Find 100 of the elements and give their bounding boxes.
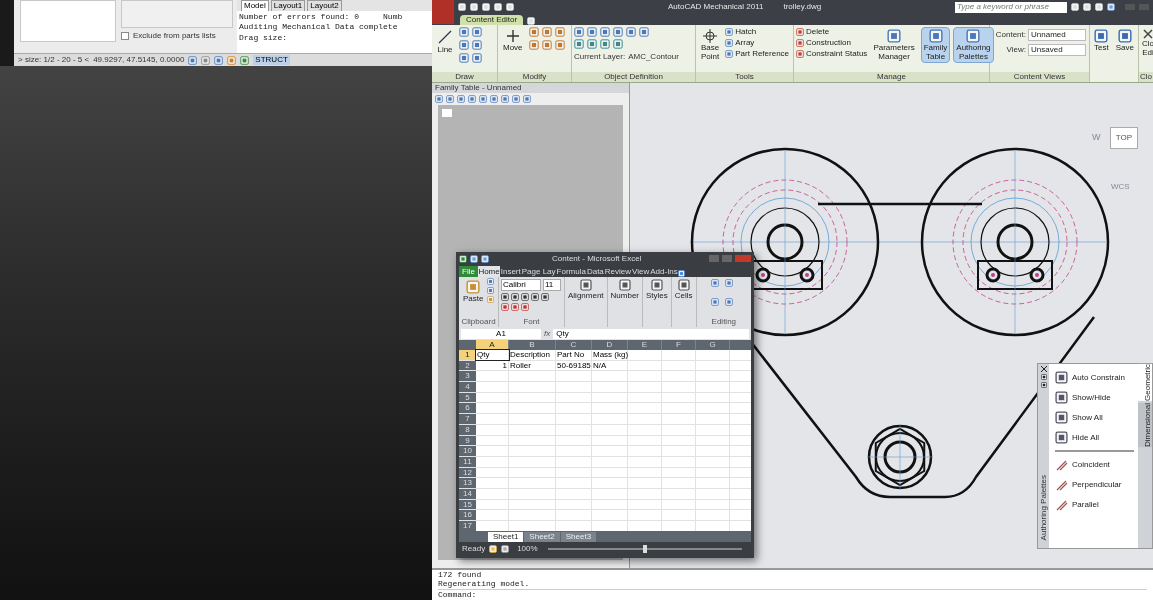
table-cell[interactable] (442, 109, 452, 117)
crosshair-icon (703, 29, 718, 43)
column-header[interactable]: E (628, 340, 662, 350)
palette-tab[interactable]: Geometric (1138, 364, 1152, 401)
layout-tab[interactable]: Layout2 (307, 0, 342, 11)
ribbon-tab[interactable]: Formula (556, 266, 587, 277)
formula-bar[interactable]: Qty (553, 328, 749, 339)
sheet-tab[interactable]: Sheet2 (524, 532, 560, 542)
window-title: Content - Microsoft Excel (552, 252, 642, 265)
file-name: trolley.dwg (783, 1, 822, 13)
manage-button[interactable]: Delete (796, 27, 868, 37)
column-header[interactable]: G (696, 340, 730, 350)
struct-toggle[interactable]: STRUCT (253, 55, 290, 65)
manage-tool-button[interactable]: Authoring Palettes (953, 27, 994, 63)
row-header[interactable]: 8 (459, 424, 476, 435)
screen-bezel (0, 0, 14, 66)
row-header[interactable]: 12 (459, 467, 476, 478)
row-header[interactable]: 3 (459, 371, 476, 382)
table-cell: Description (509, 350, 556, 360)
zoom-slider-thumb[interactable] (642, 544, 647, 553)
palette-title: Authoring Palettes (1037, 474, 1049, 540)
row-header[interactable]: 4 (459, 382, 476, 392)
row-header[interactable]: 11 (459, 456, 476, 467)
command-history-line: Number of errors found: 0 Numb (239, 12, 404, 22)
ribbon-tab[interactable]: Add-Ins (649, 266, 679, 277)
row-header[interactable]: 2 (459, 360, 476, 371)
ribbon-group-button[interactable]: Alignment (565, 277, 607, 302)
close-editor-button[interactable]: Clo Edi (1138, 27, 1153, 59)
palette-tool[interactable]: Perpendicular (1055, 477, 1138, 492)
ribbon-tab[interactable]: Data (586, 266, 605, 277)
ribbon-group-button[interactable]: Styles (643, 277, 671, 302)
row-header[interactable]: 1 (459, 350, 476, 360)
table-cell: N/A (592, 360, 628, 371)
tool-button[interactable]: Hatch (725, 27, 790, 37)
close-icon (1142, 29, 1153, 39)
column-header[interactable]: A (476, 340, 509, 350)
zoom-level: 100% (517, 542, 538, 555)
ribbon-tab[interactable]: Page Lay (521, 266, 557, 277)
palette-tool[interactable]: Coincident (1055, 457, 1138, 472)
line-tool-button[interactable]: Line (434, 27, 456, 56)
base-point-button[interactable]: Base Point (698, 27, 723, 63)
palette-tool[interactable]: Show All (1055, 410, 1138, 425)
manage-tool-button[interactable]: Parameters Manager (870, 27, 918, 63)
tool-button[interactable]: Array (725, 38, 790, 48)
move-tool-button[interactable]: Move (500, 27, 526, 54)
checkbox[interactable] (121, 32, 129, 40)
content-field[interactable]: Unsaved (1028, 44, 1086, 56)
palette-tab[interactable]: Dimensional (1138, 402, 1152, 447)
ribbon-tab[interactable]: Review (604, 266, 632, 277)
column-header[interactable]: D (592, 340, 628, 350)
file-tool-button[interactable]: Save (1112, 27, 1137, 54)
row-header[interactable]: 10 (459, 446, 476, 456)
palette-tool[interactable]: Auto Constrain (1055, 370, 1138, 385)
manage-button[interactable]: Constraint Status (796, 49, 868, 59)
column-header[interactable]: F (662, 340, 696, 350)
layout-tab[interactable]: Model (241, 0, 269, 11)
content-field[interactable]: Unnamed (1028, 29, 1086, 41)
viewcube-face[interactable]: TOP (1110, 127, 1138, 149)
command-prompt: Command: (438, 589, 1147, 599)
font-size-field[interactable]: 11 (543, 279, 561, 291)
row-header[interactable]: 6 (459, 403, 476, 414)
command-history-line: Auditing Mechanical Data complete (239, 22, 399, 32)
row-header[interactable]: 14 (459, 488, 476, 499)
close-icon[interactable] (1040, 366, 1047, 372)
tool-button[interactable]: Part Reference (725, 49, 790, 59)
row-header[interactable]: 5 (459, 392, 476, 403)
row-header[interactable]: 16 (459, 510, 476, 520)
ribbon-tab[interactable]: View (631, 266, 650, 277)
manage-button[interactable]: Construction (796, 38, 868, 48)
sheet-tab[interactable]: Sheet3 (560, 532, 597, 542)
palette-tool[interactable]: Show/Hide (1055, 390, 1138, 405)
column-header[interactable]: B (509, 340, 556, 350)
layout-tab[interactable]: Layout1 (270, 0, 306, 11)
palette-tool[interactable]: Parallel (1055, 497, 1138, 512)
table-cell: 50-69185 (556, 360, 592, 371)
name-box[interactable]: A1 (461, 328, 541, 339)
font-name-field[interactable]: Calibri (501, 279, 541, 291)
ribbon-tab[interactable]: Content Editor (460, 15, 524, 25)
file-tool-button[interactable]: Test (1091, 27, 1112, 54)
ribbon-group-title: Content Views (990, 72, 1089, 82)
manage-tool-button[interactable]: Family Table (920, 27, 951, 63)
column-header[interactable]: C (556, 340, 592, 350)
palette-tool[interactable]: Hide All (1055, 430, 1138, 445)
row-header[interactable]: 17 (459, 521, 476, 531)
ribbon-group-button[interactable]: Cells (671, 277, 696, 302)
row-header[interactable]: 13 (459, 478, 476, 488)
ribbon-group-button[interactable]: Number (607, 277, 643, 302)
ribbon-tab[interactable]: File (459, 266, 478, 277)
paste-button[interactable]: Paste (460, 278, 487, 305)
search-field[interactable]: Type a keyword or phrase (955, 1, 1067, 13)
panel-title: Family Table - Unnamed (432, 83, 629, 93)
ribbon-tab[interactable]: Home (477, 266, 501, 277)
compass-label: W (1092, 131, 1101, 144)
ribbon-group-title: Clipboard (460, 317, 497, 327)
sheet-tab[interactable]: Sheet1 (488, 532, 524, 542)
command-history-line: 172 found (438, 570, 483, 579)
row-header[interactable]: 15 (459, 499, 476, 510)
ribbon-tab[interactable]: Insert (500, 266, 522, 277)
row-header[interactable]: 7 (459, 414, 476, 424)
row-header[interactable]: 9 (459, 435, 476, 446)
